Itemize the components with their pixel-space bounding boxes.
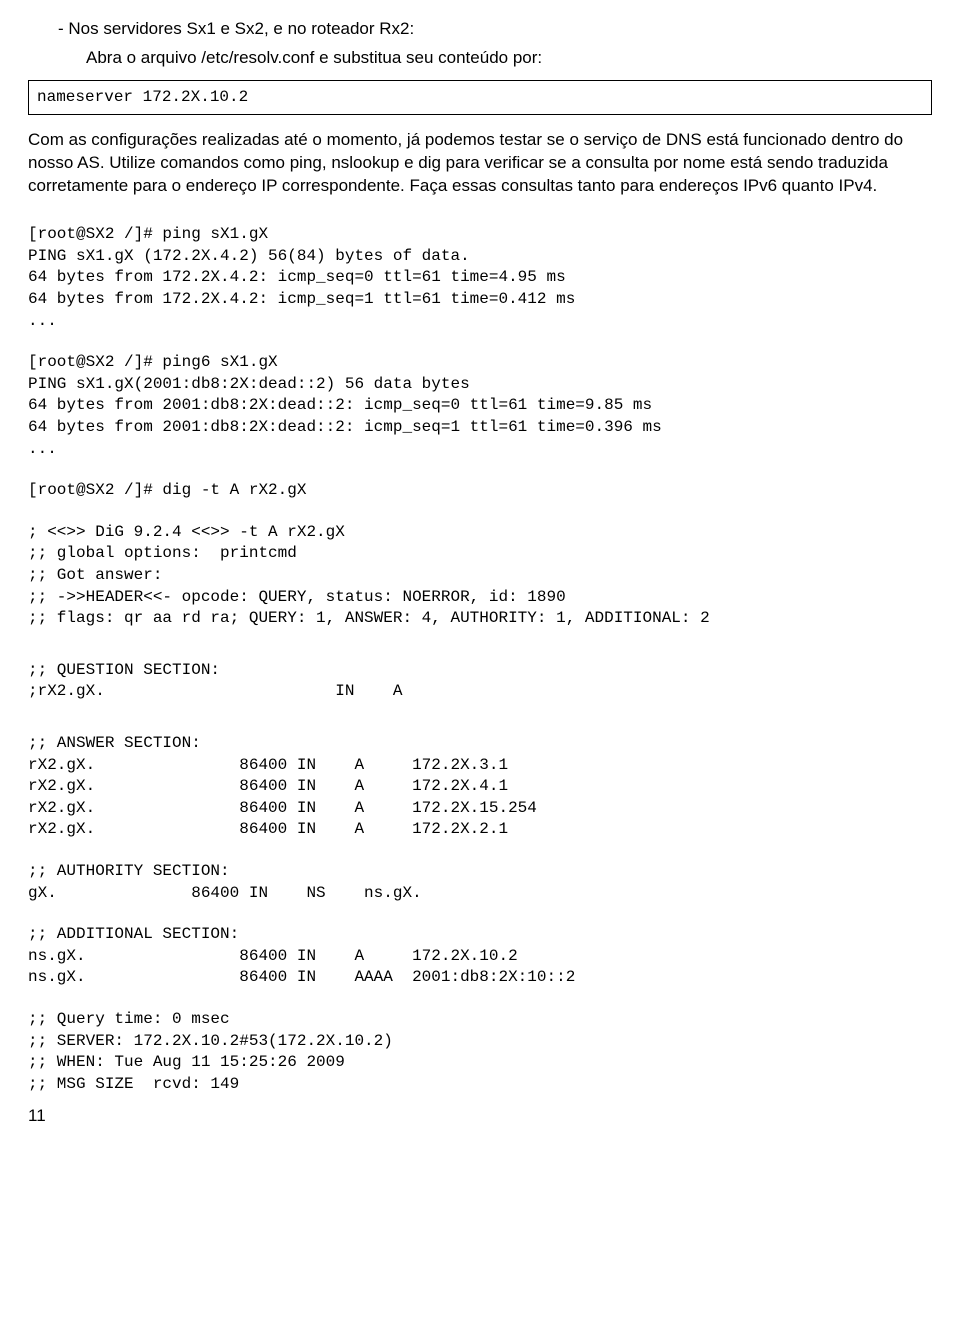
dig-question-section: ;; QUESTION SECTION: ;rX2.gX. IN A: [28, 660, 932, 703]
intro-line-1: - Nos servidores Sx1 e Sx2, e no roteado…: [58, 18, 932, 41]
dig-header: ; <<>> DiG 9.2.4 <<>> -t A rX2.gX ;; glo…: [28, 522, 932, 630]
code-box-nameserver: nameserver 172.2X.10.2: [28, 80, 932, 116]
dig-authority-section: ;; AUTHORITY SECTION: gX. 86400 IN NS ns…: [28, 861, 932, 904]
terminal-ping: [root@SX2 /]# ping sX1.gX PING sX1.gX (1…: [28, 224, 932, 332]
page-number: 11: [28, 1105, 932, 1128]
dig-footer: ;; Query time: 0 msec ;; SERVER: 172.2X.…: [28, 1009, 932, 1095]
paragraph-explanation: Com as configurações realizadas até o mo…: [28, 129, 932, 198]
intro-line-2: Abra o arquivo /etc/resolv.conf e substi…: [86, 47, 932, 70]
terminal-dig-cmd: [root@SX2 /]# dig -t A rX2.gX: [28, 480, 932, 502]
dig-additional-section: ;; ADDITIONAL SECTION: ns.gX. 86400 IN A…: [28, 924, 932, 989]
dig-answer-section: ;; ANSWER SECTION: rX2.gX. 86400 IN A 17…: [28, 733, 932, 841]
terminal-ping6: [root@SX2 /]# ping6 sX1.gX PING sX1.gX(2…: [28, 352, 932, 460]
